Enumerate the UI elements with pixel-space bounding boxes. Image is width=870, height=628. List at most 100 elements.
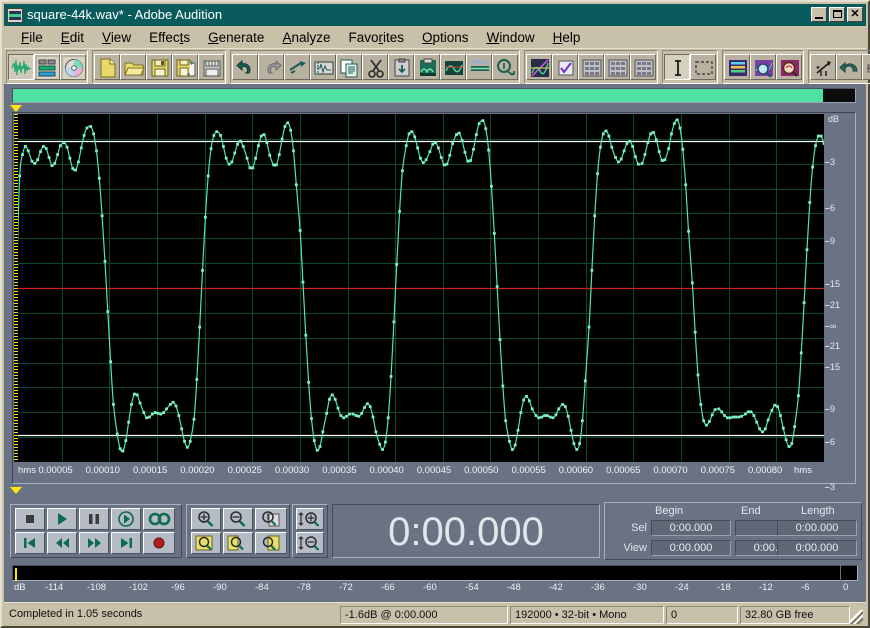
view-length-field[interactable]: 0:00.000 xyxy=(777,540,857,556)
toolbar xyxy=(4,48,870,84)
edit-view-icon[interactable] xyxy=(8,53,34,80)
zoom-out-full-button[interactable] xyxy=(191,532,221,554)
menu-window[interactable]: Window xyxy=(478,29,544,46)
level-meter-tick-label: -30 xyxy=(633,582,647,593)
zoom-in-vertical-button[interactable] xyxy=(296,508,324,530)
zoom-to-selection-button[interactable] xyxy=(255,508,287,530)
record-button[interactable] xyxy=(143,532,175,554)
mix-paste-icon[interactable] xyxy=(414,53,440,80)
end-column-header: End xyxy=(741,505,761,517)
save-as-icon[interactable] xyxy=(172,53,198,80)
pause-button[interactable] xyxy=(79,508,109,530)
save-all-icon[interactable] xyxy=(198,53,224,80)
checkbox-view-icon[interactable] xyxy=(552,53,578,80)
status-format-readout: 192000 • 32-bit • Mono xyxy=(510,605,664,624)
spectral-view-2-icon[interactable] xyxy=(604,53,630,80)
menu-analyze[interactable]: Analyze xyxy=(273,29,339,46)
analysis-icon[interactable] xyxy=(776,53,802,80)
menu-view[interactable]: View xyxy=(93,29,140,46)
length-column-header: Length xyxy=(801,505,835,517)
scrollbar-thumb[interactable] xyxy=(13,89,823,102)
play-button[interactable] xyxy=(47,508,77,530)
marquee-tool-icon[interactable] xyxy=(690,53,716,80)
zoom-spectral-icon[interactable] xyxy=(750,53,776,80)
delete-silence-icon[interactable] xyxy=(466,53,492,80)
view-begin-field[interactable]: 0:00.000 xyxy=(651,540,731,556)
reverse-icon[interactable] xyxy=(836,53,862,80)
rewind-button[interactable] xyxy=(47,532,77,554)
trim-icon[interactable] xyxy=(440,53,466,80)
db-tick-label: -6 xyxy=(827,203,836,213)
zoom-to-right-selection-button[interactable] xyxy=(255,532,287,554)
sel-begin-field[interactable]: 0:00.000 xyxy=(651,520,731,536)
waveform-view-icon[interactable] xyxy=(526,53,552,80)
time-display-panel[interactable]: 0:00.000 xyxy=(332,504,600,558)
time-tick-label: 0.00045 xyxy=(416,465,452,476)
level-meter-tick-label: -72 xyxy=(339,582,353,593)
toolbar-group-file xyxy=(92,49,226,84)
repeat-effect-icon[interactable] xyxy=(284,53,310,80)
menu-options[interactable]: Options xyxy=(413,29,478,46)
level-meter-tick-label: -108 xyxy=(87,582,107,593)
view-start-marker-top[interactable] xyxy=(10,105,22,112)
db-scale[interactable]: dB -3 -6 -9 -15 -21 -∞ -21 -15 -9 -6 -3 xyxy=(825,114,855,492)
time-ruler[interactable]: hms 0.00005 0.00010 0.00015 0.00020 0.00025 0.… xyxy=(14,462,855,482)
multitrack-view-icon[interactable] xyxy=(34,53,60,80)
stop-button[interactable] xyxy=(15,508,45,530)
mixer-icon[interactable] xyxy=(724,53,750,80)
spectral-view-1-icon[interactable] xyxy=(578,53,604,80)
zoom-out-vertical-button[interactable] xyxy=(296,532,324,554)
level-meter-tick-label: 0 xyxy=(843,582,849,593)
time-tick-label: 0.00015 xyxy=(132,465,168,476)
redo-icon[interactable] xyxy=(258,53,284,80)
level-meter-tick-label: -24 xyxy=(675,582,689,593)
waveform-canvas[interactable] xyxy=(14,114,824,462)
select-view-icon[interactable] xyxy=(310,53,336,80)
zoom-out-horizontal-button[interactable] xyxy=(223,508,253,530)
menu-generate[interactable]: Generate xyxy=(199,29,273,46)
db-tick-label: -21 xyxy=(827,341,841,351)
menu-favorites[interactable]: Favorites xyxy=(339,29,413,46)
level-meter-tick-label: -6 xyxy=(801,582,810,593)
maximize-button[interactable] xyxy=(829,7,845,22)
time-selection-tool-icon[interactable] xyxy=(664,53,690,80)
zoom-in-horizontal-button[interactable] xyxy=(191,508,221,530)
menu-effects[interactable]: Effects xyxy=(140,29,199,46)
convert-sample-icon[interactable] xyxy=(492,53,518,80)
toolbar-group-tools xyxy=(662,49,718,84)
menu-help[interactable]: Help xyxy=(544,29,590,46)
waveform-reference-lines xyxy=(14,140,824,437)
new-file-icon[interactable] xyxy=(94,53,120,80)
view-start-marker-bottom[interactable] xyxy=(10,487,22,494)
horizontal-scrollbar[interactable] xyxy=(12,88,856,103)
level-meter-cursor xyxy=(15,568,17,581)
cd-view-icon[interactable] xyxy=(60,53,86,80)
go-to-start-button[interactable] xyxy=(15,532,45,554)
loop-button[interactable] xyxy=(143,508,175,530)
close-button[interactable]: ✕ xyxy=(847,7,863,22)
cut-icon[interactable] xyxy=(362,53,388,80)
amplitude-icon[interactable] xyxy=(862,53,870,80)
amplitude-ruler[interactable] xyxy=(14,114,18,462)
fast-forward-button[interactable] xyxy=(79,532,109,554)
level-meter-tick-label: -54 xyxy=(465,582,479,593)
sel-length-field[interactable]: 0:00.000 xyxy=(777,520,857,536)
menu-edit[interactable]: Edit xyxy=(52,29,93,46)
zoom-to-left-selection-button[interactable] xyxy=(223,532,253,554)
open-file-icon[interactable] xyxy=(120,53,146,80)
paste-icon[interactable] xyxy=(388,53,414,80)
normalize-icon[interactable] xyxy=(810,53,836,80)
toolbar-group-windows xyxy=(722,49,804,84)
time-tick-label: 0.00040 xyxy=(369,465,404,476)
undo-icon[interactable] xyxy=(232,53,258,80)
play-to-end-button[interactable] xyxy=(111,508,141,530)
db-tick-label: -15 xyxy=(827,362,841,372)
save-icon[interactable] xyxy=(146,53,172,80)
minimize-button[interactable] xyxy=(811,7,827,22)
spectral-view-3-icon[interactable] xyxy=(630,53,656,80)
level-meter-bar[interactable] xyxy=(12,565,858,581)
copy-icon[interactable] xyxy=(336,53,362,80)
menu-file[interactable]: File xyxy=(12,29,52,46)
go-to-end-button[interactable] xyxy=(111,532,141,554)
resize-grip-icon[interactable] xyxy=(849,610,863,624)
